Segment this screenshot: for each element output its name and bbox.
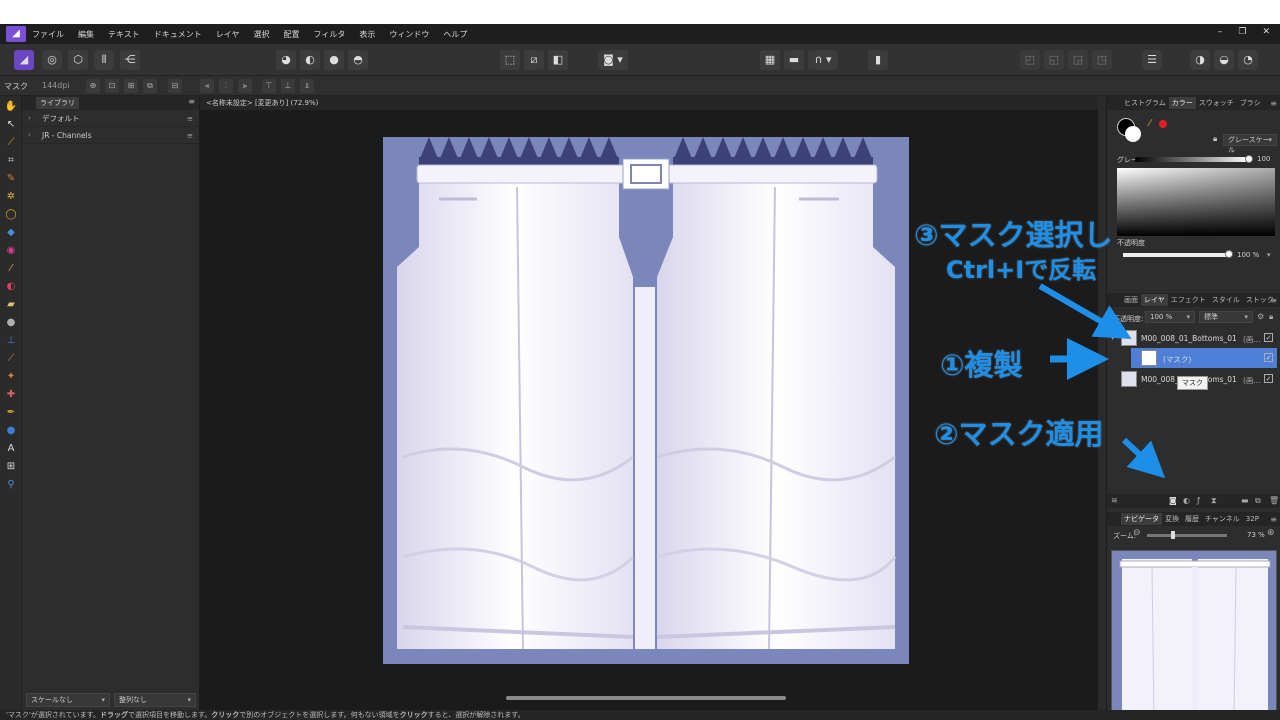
annotation-arrows xyxy=(1038,283,1166,479)
arrow-step2 xyxy=(1121,437,1166,479)
arrow-step3 xyxy=(1038,283,1132,340)
